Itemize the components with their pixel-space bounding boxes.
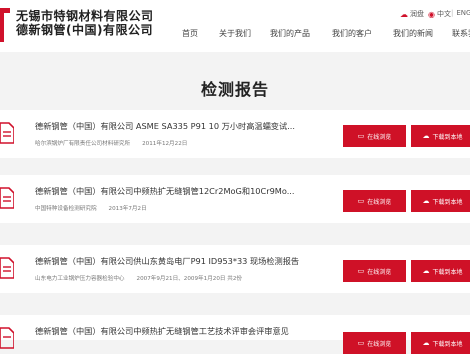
pdf-document-icon xyxy=(0,122,14,144)
cloud-download-icon: ☁ xyxy=(422,339,430,347)
lang-cn-link[interactable]: ◉ 中文 xyxy=(428,9,451,19)
report-date: 2007年9月21日、2009年1月20日 共2份 xyxy=(136,276,243,282)
lang-en-label: ENGLISH xyxy=(456,9,470,17)
pan-label: 润盘 xyxy=(410,10,424,18)
view-online-button[interactable]: ▭ 在线浏览 xyxy=(343,190,406,212)
monitor-icon: ▭ xyxy=(357,197,365,205)
report-item: 德新钢管（中国）有限公司 ASME SA335 P91 10 万小时高温蠕变试.… xyxy=(0,110,470,158)
pdf-document-icon xyxy=(0,257,14,279)
download-button[interactable]: ☁ 下载到本地 xyxy=(411,125,470,147)
report-item: 德新钢管（中国）有限公司中频热扩无缝钢管12Cr2MoG和10Cr9Mo... … xyxy=(0,175,470,223)
page-title: 检测报告 xyxy=(200,80,269,99)
monitor-icon: ▭ xyxy=(357,339,365,347)
view-online-button[interactable]: ▭ 在线浏览 xyxy=(343,332,406,354)
download-button[interactable]: ☁ 下载到本地 xyxy=(411,332,470,354)
report-title[interactable]: 德新钢管（中国）有限公司供山东黄岛电厂P91 ID953*33 现场检测报告 xyxy=(35,255,305,267)
report-meta: 哈尔滨锅炉厂有限责任公司材料研究所 2011年12月22日 xyxy=(35,139,187,147)
pan-link[interactable]: ☁ 润盘 xyxy=(400,9,424,19)
monitor-icon: ▭ xyxy=(357,267,365,275)
download-button[interactable]: ☁ 下载到本地 xyxy=(411,190,470,212)
download-button[interactable]: ☁ 下载到本地 xyxy=(411,260,470,282)
lang-cn-label: 中文 xyxy=(436,10,451,18)
download-label: 下载到本地 xyxy=(432,133,463,141)
view-online-button[interactable]: ▭ 在线浏览 xyxy=(343,260,406,282)
report-meta: 中国特种设备检测研究院 2013年7月2日 xyxy=(35,204,147,212)
view-online-label: 在线浏览 xyxy=(367,268,392,276)
report-title[interactable]: 德新钢管（中国）有限公司 ASME SA335 P91 10 万小时高温蠕变试.… xyxy=(35,120,305,132)
nav-customers[interactable]: 我们的客户 xyxy=(332,28,372,39)
report-item: 德新钢管（中国）有限公司中频热扩无缝钢管工艺技术评审会评审意见 ▭ 在线浏览 ☁… xyxy=(0,315,470,354)
report-org: 中国特种设备检测研究院 xyxy=(35,206,97,212)
company-name-line1: 无锡市特钢材料有限公司 xyxy=(16,9,154,23)
cloud-download-icon: ☁ xyxy=(422,267,430,275)
cloud-download-icon: ☁ xyxy=(422,197,430,205)
nav-contact[interactable]: 联系我们 xyxy=(452,28,470,39)
site-header: 无锡市特钢材料有限公司 德新钢管(中国)有限公司 ☁ 润盘 ◉ 中文 | ENG… xyxy=(0,0,470,52)
lang-en-link[interactable]: | ENGLISH xyxy=(451,9,470,17)
company-name[interactable]: 无锡市特钢材料有限公司 德新钢管(中国)有限公司 xyxy=(16,9,154,37)
company-logo-icon xyxy=(0,8,10,42)
nav-products[interactable]: 我们的产品 xyxy=(270,28,310,39)
download-label: 下载到本地 xyxy=(432,198,463,206)
report-meta: 山东电力工业锅炉压力容器检验中心 2007年9月21日、2009年1月20日 共2… xyxy=(35,274,242,282)
report-date: 2013年7月2日 xyxy=(108,206,147,212)
report-title[interactable]: 德新钢管（中国）有限公司中频热扩无缝钢管工艺技术评审会评审意见 xyxy=(35,325,335,337)
view-online-button[interactable]: ▭ 在线浏览 xyxy=(343,125,406,147)
nav-news[interactable]: 我们的新闻 xyxy=(393,28,433,39)
report-date: 2011年12月22日 xyxy=(142,141,188,147)
cloud-download-icon: ☁ xyxy=(422,132,430,140)
monitor-icon: ▭ xyxy=(357,132,365,140)
download-label: 下载到本地 xyxy=(432,268,463,276)
pdf-document-icon xyxy=(0,187,14,209)
view-online-label: 在线浏览 xyxy=(367,133,392,141)
report-title[interactable]: 德新钢管（中国）有限公司中频热扩无缝钢管12Cr2MoG和10Cr9Mo... xyxy=(35,185,305,197)
nav-about[interactable]: 关于我们 xyxy=(219,28,251,39)
report-item: 德新钢管（中国）有限公司供山东黄岛电厂P91 ID953*33 现场检测报告 山… xyxy=(0,245,470,293)
report-org: 哈尔滨锅炉厂有限责任公司材料研究所 xyxy=(35,141,131,147)
view-online-label: 在线浏览 xyxy=(367,198,392,206)
nav-home[interactable]: 首页 xyxy=(182,28,198,39)
report-org: 山东电力工业锅炉压力容器检验中心 xyxy=(35,276,125,282)
globe-icon: ◉ xyxy=(428,9,435,19)
lang-divider: | xyxy=(451,9,454,17)
cloud-icon: ☁ xyxy=(400,9,408,19)
company-name-line2: 德新钢管(中国)有限公司 xyxy=(16,23,153,37)
pdf-document-icon xyxy=(0,327,14,349)
